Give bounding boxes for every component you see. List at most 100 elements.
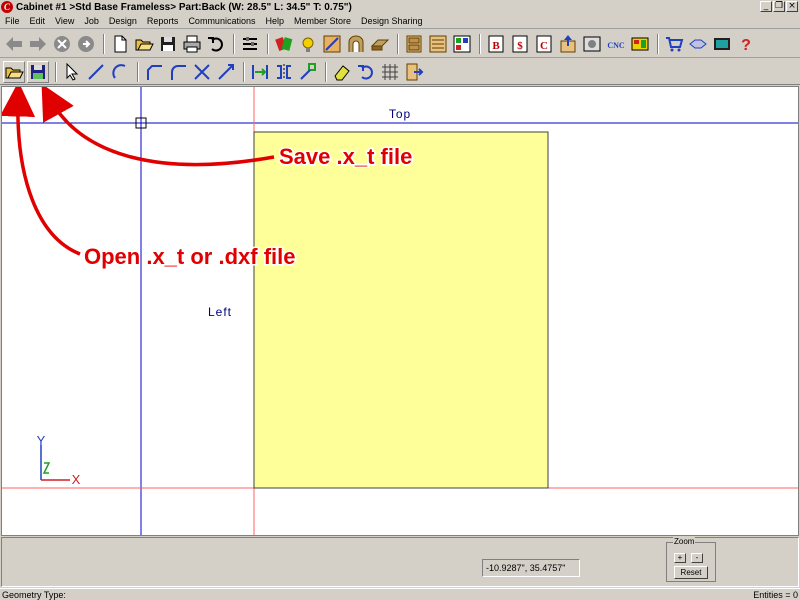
print-icon[interactable]: [181, 33, 203, 55]
cnc-label: CNC: [607, 41, 625, 50]
report-cost-icon[interactable]: $: [509, 33, 531, 55]
left-label: Left: [208, 305, 232, 319]
report-cost-letter: $: [517, 40, 523, 52]
toolbar-separator: [657, 33, 659, 54]
minimize-button[interactable]: _: [760, 1, 772, 12]
cnc-button[interactable]: CNC: [605, 33, 627, 55]
layout-grid-icon[interactable]: [451, 33, 473, 55]
panel-icon[interactable]: [369, 33, 391, 55]
part-back-panel[interactable]: [253, 131, 549, 489]
open-annotation-arrow: [2, 87, 81, 256]
menu-view[interactable]: View: [50, 16, 79, 26]
menu-reports[interactable]: Reports: [142, 16, 184, 26]
doors-icon[interactable]: [321, 33, 343, 55]
lighting-icon[interactable]: [297, 33, 319, 55]
menu-design-sharing[interactable]: Design Sharing: [356, 16, 428, 26]
zoom-group: Zoom + - Reset: [666, 537, 716, 582]
cad-toolbar: [0, 59, 800, 85]
export-icon[interactable]: [557, 33, 579, 55]
toolbar-separator: [267, 33, 269, 54]
zoom-out-button[interactable]: -: [691, 553, 703, 563]
menu-help[interactable]: Help: [260, 16, 289, 26]
menu-job[interactable]: Job: [79, 16, 104, 26]
mirror-tool-icon[interactable]: [273, 61, 295, 83]
cad-undo-icon[interactable]: [355, 61, 377, 83]
report-c-letter: C: [540, 40, 548, 52]
snap-grid-icon[interactable]: [379, 61, 401, 83]
trim-tool-icon[interactable]: [191, 61, 213, 83]
toolbar-separator: [55, 61, 57, 82]
x-axis-label: X: [72, 472, 81, 487]
application-window: C Cabinet #1 >Std Base Frameless> Part:B…: [0, 0, 800, 600]
toolbar-separator: [233, 33, 235, 54]
cabinet-list-icon[interactable]: [427, 33, 449, 55]
menu-bar: File Edit View Job Design Reports Commun…: [0, 14, 800, 29]
extend-tool-icon[interactable]: [215, 61, 237, 83]
save-disk-icon[interactable]: [157, 33, 179, 55]
report-c-icon[interactable]: C: [533, 33, 555, 55]
eraser-tool-icon[interactable]: [331, 61, 353, 83]
properties-icon[interactable]: [239, 33, 261, 55]
restore-button[interactable]: ❐: [773, 1, 785, 12]
report-b-icon[interactable]: B: [485, 33, 507, 55]
fillet-tool-icon[interactable]: [167, 61, 189, 83]
go-circle-icon[interactable]: [75, 33, 97, 55]
app-logo-icon: C: [1, 1, 13, 13]
undo-icon[interactable]: [205, 33, 227, 55]
nesting-icon[interactable]: [629, 33, 651, 55]
new-file-icon[interactable]: [109, 33, 131, 55]
main-toolbar: B $ C CNC ?: [0, 30, 800, 58]
move-tool-icon[interactable]: [297, 61, 319, 83]
top-label: Top: [389, 107, 411, 121]
close-button[interactable]: ×: [786, 1, 798, 12]
optimize-icon[interactable]: [581, 33, 603, 55]
dimension-tool-icon[interactable]: [249, 61, 271, 83]
materials-icon[interactable]: [273, 33, 295, 55]
save-annotation-arrow: [41, 87, 275, 167]
coordinate-readout: -10.9287", 35.4757": [482, 559, 580, 577]
zoom-reset-button[interactable]: Reset: [674, 566, 708, 579]
exit-cad-icon[interactable]: [403, 61, 425, 83]
arch-icon[interactable]: [345, 33, 367, 55]
video-icon[interactable]: [711, 33, 733, 55]
toolbar-separator: [243, 61, 245, 82]
menu-member-store[interactable]: Member Store: [289, 16, 356, 26]
menu-communications[interactable]: Communications: [183, 16, 260, 26]
toolbar-separator: [325, 61, 327, 82]
handshake-icon[interactable]: [687, 33, 709, 55]
chamfer-tool-icon[interactable]: [143, 61, 165, 83]
shopping-cart-icon[interactable]: [663, 33, 685, 55]
back-arrow-icon[interactable]: [3, 33, 25, 55]
open-dxf-icon[interactable]: [3, 60, 25, 83]
menu-edit[interactable]: Edit: [25, 16, 51, 26]
title-bar: C Cabinet #1 >Std Base Frameless> Part:B…: [0, 0, 800, 14]
toolbar-separator: [103, 33, 105, 54]
forward-arrow-icon[interactable]: [27, 33, 49, 55]
save-xt-icon[interactable]: [27, 60, 49, 83]
toolbar-separator: [479, 33, 481, 54]
select-pointer-icon[interactable]: [61, 61, 83, 83]
zoom-in-button[interactable]: +: [674, 553, 686, 563]
window-title: Cabinet #1 >Std Base Frameless> Part:Bac…: [16, 1, 352, 13]
y-axis-label: Y: [37, 433, 46, 448]
arc-tool-icon[interactable]: [109, 61, 131, 83]
open-annotation-text: Open .x_t or .dxf file: [84, 244, 295, 269]
drawing-canvas[interactable]: Top Left Y X Save .x_t file Open .x_t or…: [1, 86, 799, 536]
help-mark: ?: [741, 37, 751, 54]
entities-count-status: Entities = 0: [753, 589, 798, 600]
menu-design[interactable]: Design: [104, 16, 142, 26]
report-b-letter: B: [492, 40, 500, 52]
toolbar-separator: [137, 61, 139, 82]
menu-file[interactable]: File: [0, 16, 25, 26]
cabinet-icon[interactable]: [403, 33, 425, 55]
line-tool-icon[interactable]: [85, 61, 107, 83]
cancel-circle-icon[interactable]: [51, 33, 73, 55]
help-icon[interactable]: ?: [735, 33, 757, 55]
toolbar-separator: [397, 33, 399, 54]
status-bar: Geometry Type: Entities = 0: [0, 588, 800, 600]
bottom-panel: -10.9287", 35.4757" Zoom + - Reset: [1, 537, 799, 587]
z-axis-mark: [42, 462, 51, 474]
open-folder-icon[interactable]: [133, 33, 155, 55]
zoom-label: Zoom: [673, 537, 696, 546]
geometry-type-status: Geometry Type:: [2, 589, 66, 600]
